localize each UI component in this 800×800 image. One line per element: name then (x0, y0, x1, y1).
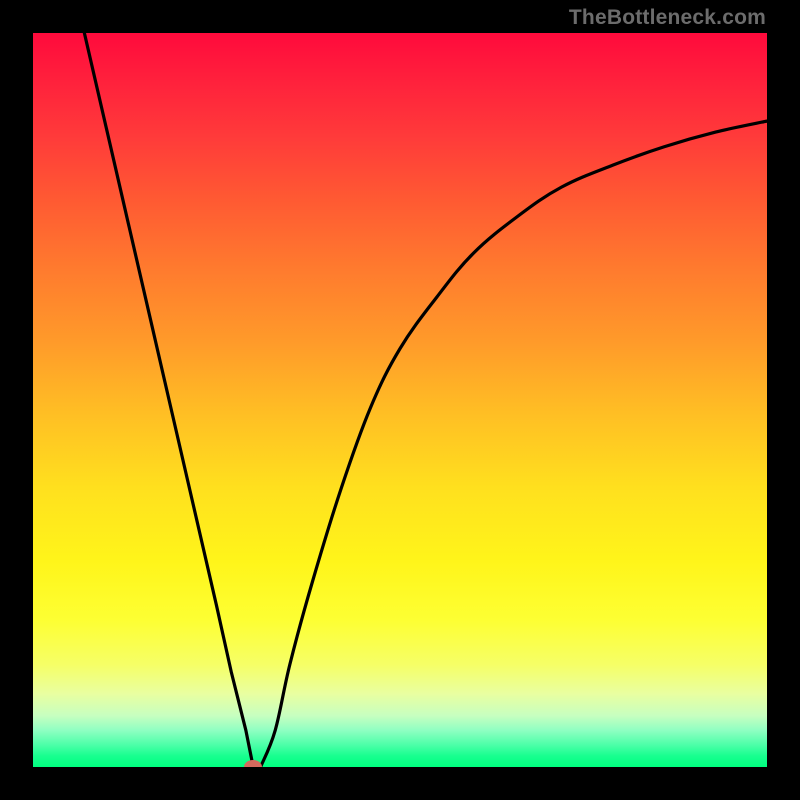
bottleneck-curve (84, 33, 767, 767)
vertex-marker (244, 760, 262, 767)
watermark-text: TheBottleneck.com (569, 6, 766, 30)
curve-layer (33, 33, 767, 767)
plot-area (33, 33, 767, 767)
chart-frame: TheBottleneck.com (0, 0, 800, 800)
